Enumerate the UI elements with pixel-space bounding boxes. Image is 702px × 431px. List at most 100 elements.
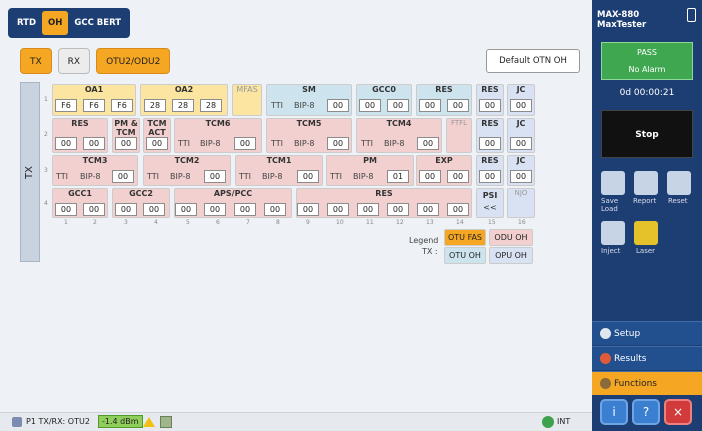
menu-functions-label: Functions — [614, 379, 657, 389]
info-icon[interactable]: i — [600, 399, 628, 425]
tcm3-byte[interactable]: 00 — [112, 170, 134, 183]
res-byte[interactable]: 00 — [479, 137, 501, 150]
tab-tx[interactable]: TX — [20, 48, 52, 74]
ftfl-label: FTFL — [450, 119, 468, 127]
menu-setup[interactable]: Setup — [592, 321, 702, 345]
oa1-byte[interactable]: F6 — [111, 99, 133, 112]
column-number: 14 — [456, 219, 464, 226]
res-byte[interactable]: 00 — [55, 137, 77, 150]
tcm6-label: TCM6 — [205, 119, 231, 128]
aps-pcc-byte[interactable]: 00 — [175, 203, 197, 216]
tcm5-tti[interactable]: TTI — [271, 139, 283, 148]
tab-rx[interactable]: RX — [57, 48, 91, 74]
res-byte[interactable]: 00 — [297, 203, 319, 216]
res-byte[interactable]: 00 — [447, 99, 469, 112]
logger-icon — [160, 416, 172, 428]
jc-byte[interactable]: 00 — [510, 137, 532, 150]
exit-icon[interactable]: × — [664, 399, 692, 425]
tcm6-tti[interactable]: TTI — [178, 139, 190, 148]
laser-icon[interactable] — [634, 221, 658, 245]
tcm1-tti[interactable]: TTI — [239, 172, 251, 181]
test-timer: 0d 00:00:21 — [619, 88, 675, 98]
tcm5-byte[interactable]: 00 — [327, 137, 349, 150]
res-byte[interactable]: 00 — [327, 203, 349, 216]
tcm1-byte[interactable]: 00 — [297, 170, 319, 183]
tcm-act-byte[interactable]: 00 — [146, 137, 168, 150]
gcc1-byte[interactable]: 00 — [83, 203, 105, 216]
gcc1-byte[interactable]: 00 — [55, 203, 77, 216]
res-byte[interactable]: 00 — [419, 99, 441, 112]
res-byte[interactable]: 00 — [357, 203, 379, 216]
save-load-icon[interactable] — [601, 171, 625, 195]
res-label: RES — [481, 85, 499, 94]
oa1-byte[interactable]: F6 — [55, 99, 77, 112]
res-byte[interactable]: 00 — [479, 170, 501, 183]
pm-tcm-byte[interactable]: 00 — [115, 137, 137, 150]
default-otn-oh-button[interactable]: Default OTN OH — [486, 49, 580, 73]
reset-icon[interactable] — [667, 171, 691, 195]
menu-results[interactable]: Results — [592, 346, 702, 370]
report-icon[interactable] — [634, 171, 658, 195]
psi-expand-button[interactable]: << — [476, 203, 504, 212]
tab-rtd[interactable]: RTD — [11, 11, 42, 35]
gcc2-byte[interactable]: 00 — [115, 203, 137, 216]
pm-tti[interactable]: TTI — [330, 172, 342, 181]
column-number: 7 — [246, 219, 250, 226]
gcc2-byte[interactable]: 00 — [143, 203, 165, 216]
tcm2-bip8[interactable]: BIP-8 — [170, 172, 190, 181]
tcm4-bip8[interactable]: BIP-8 — [384, 139, 404, 148]
sm-byte[interactable]: 00 — [327, 99, 349, 112]
res-byte[interactable]: 00 — [387, 203, 409, 216]
oa2-byte[interactable]: 28 — [144, 99, 166, 112]
tcm5-bip8[interactable]: BIP-8 — [294, 139, 314, 148]
tcm2-tti[interactable]: TTI — [147, 172, 159, 181]
column-number: 5 — [186, 219, 190, 226]
res-byte[interactable]: 00 — [479, 99, 501, 112]
sm-tti[interactable]: TTI — [271, 101, 283, 110]
tcm1-bip8[interactable]: BIP-8 — [262, 172, 282, 181]
oa2-label: OA2 — [174, 85, 194, 94]
gcc0-label: GCC0 — [372, 85, 396, 94]
exp-byte[interactable]: 00 — [447, 170, 469, 183]
pm-bip8[interactable]: BIP-8 — [353, 172, 373, 181]
tcm2-byte[interactable]: 00 — [204, 170, 226, 183]
gcc0-byte[interactable]: 00 — [359, 99, 381, 112]
res-byte[interactable]: 00 — [447, 203, 469, 216]
column-number: 16 — [518, 219, 526, 226]
tcm6-bip8[interactable]: BIP-8 — [200, 139, 220, 148]
oa2-byte[interactable]: 28 — [200, 99, 222, 112]
tcm3-bip8[interactable]: BIP-8 — [80, 172, 100, 181]
report-label: Report — [633, 197, 657, 205]
oa1-byte[interactable]: F6 — [83, 99, 105, 112]
exp-byte[interactable]: 00 — [419, 170, 441, 183]
tab-oh[interactable]: OH — [42, 11, 69, 35]
aps-pcc-byte[interactable]: 00 — [234, 203, 256, 216]
tcm4-byte[interactable]: 00 — [417, 137, 439, 150]
tcm6-byte[interactable]: 00 — [234, 137, 256, 150]
menu-results-label: Results — [614, 354, 647, 364]
tcm4-tti[interactable]: TTI — [361, 139, 373, 148]
help-icon[interactable]: ? — [632, 399, 660, 425]
tab-gcc-bert[interactable]: GCC BERT — [68, 11, 127, 35]
tcm4-label: TCM4 — [386, 119, 412, 128]
aps-pcc-byte[interactable]: 00 — [264, 203, 286, 216]
tab-otu2-odu2[interactable]: OTU2/ODU2 — [96, 48, 171, 74]
gcc0-byte[interactable]: 00 — [387, 99, 409, 112]
laser-label: Laser — [636, 247, 656, 255]
aps-pcc-byte[interactable]: 00 — [204, 203, 226, 216]
warning-icon — [143, 417, 155, 427]
sm-bip8[interactable]: BIP-8 — [294, 101, 314, 110]
res-byte[interactable]: 00 — [83, 137, 105, 150]
main-panel: RTD OH GCC BERT TX RX OTU2/ODU2 Default … — [0, 0, 592, 431]
oa2-byte[interactable]: 28 — [172, 99, 194, 112]
jc-byte[interactable]: 00 — [510, 170, 532, 183]
jc-byte[interactable]: 00 — [510, 99, 532, 112]
legend-odu-oh: ODU OH — [489, 229, 533, 246]
oa1-label: OA1 — [84, 85, 104, 94]
stop-button[interactable]: Stop — [601, 110, 693, 158]
res-byte[interactable]: 00 — [417, 203, 439, 216]
tcm3-tti[interactable]: TTI — [56, 172, 68, 181]
inject-icon[interactable] — [601, 221, 625, 245]
menu-functions[interactable]: Functions — [592, 371, 702, 395]
pm-byte[interactable]: 01 — [387, 170, 409, 183]
